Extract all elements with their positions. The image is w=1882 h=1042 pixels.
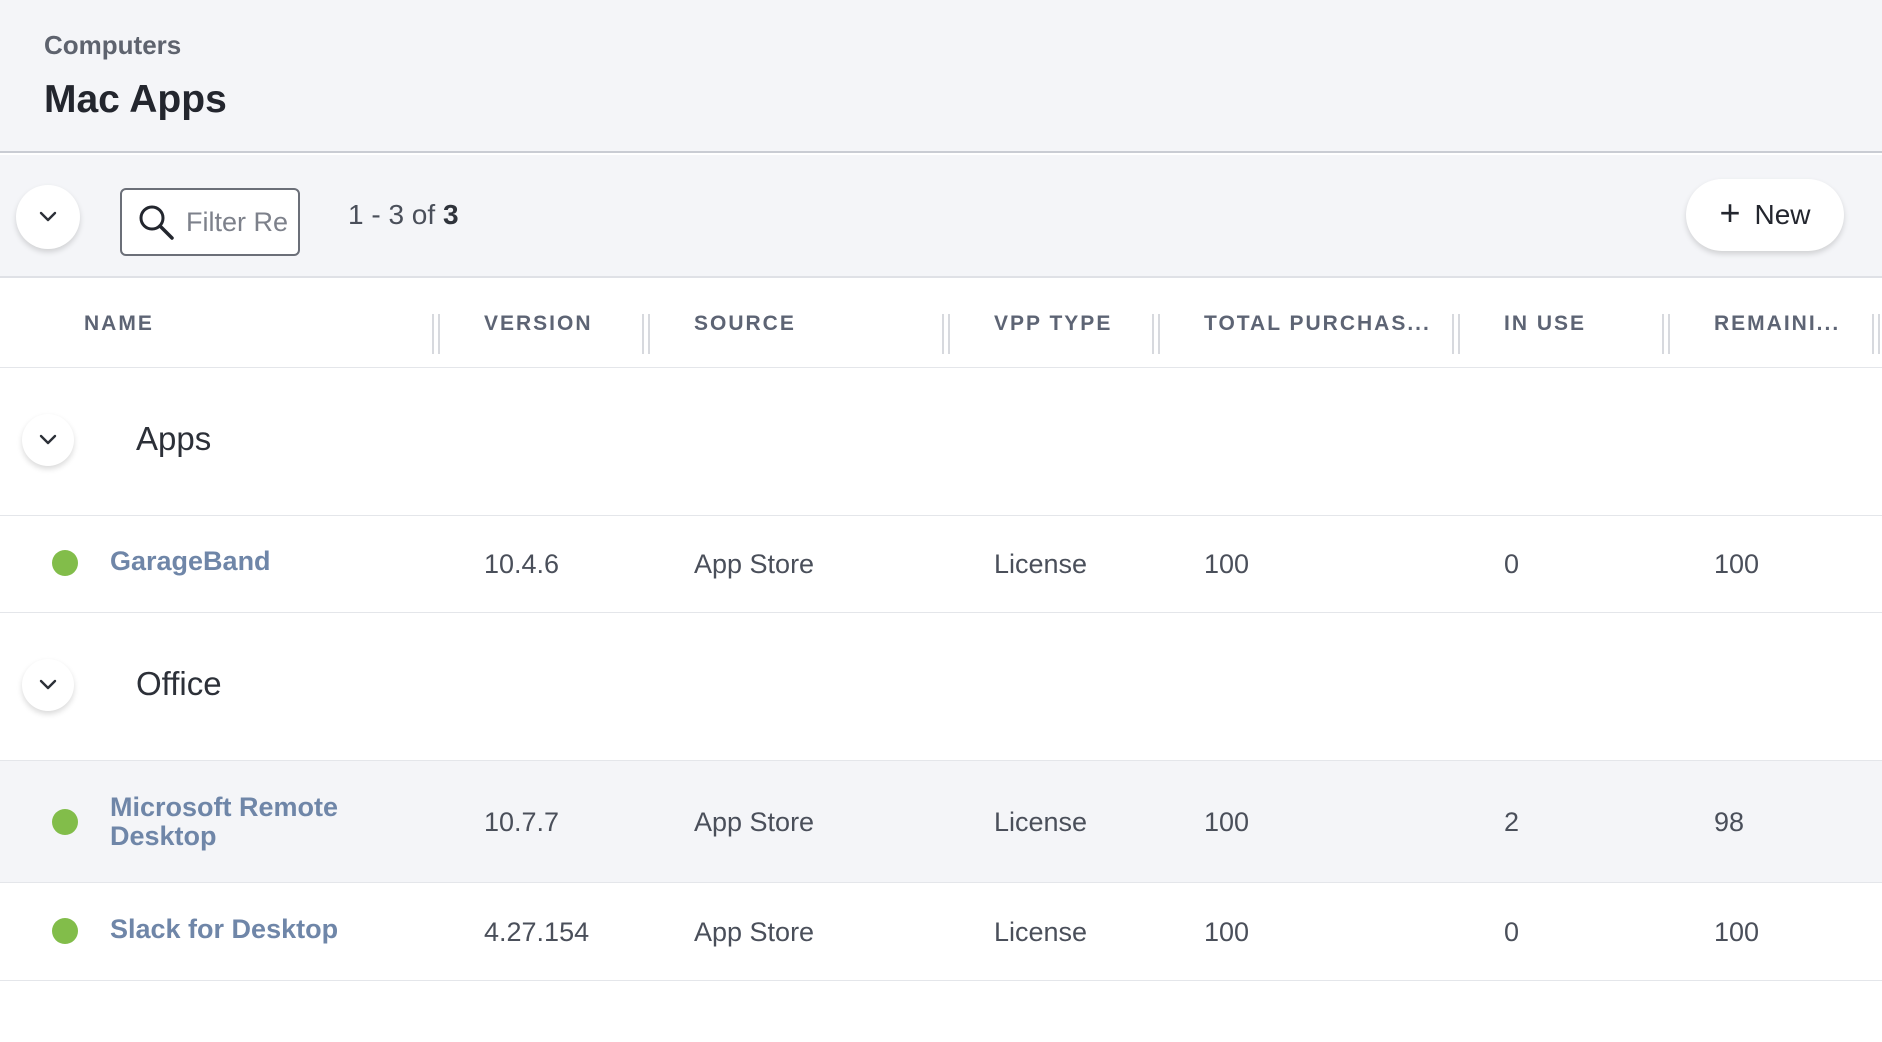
toolbar: 1 - 3 of 3 + New [0, 155, 1882, 278]
cell-vpp-type: License [994, 807, 1088, 837]
search-icon [139, 205, 174, 240]
column-header-vpp-type[interactable]: VPP TYPE [994, 280, 1112, 368]
chevron-down-icon [39, 679, 57, 690]
cell-source: App Store [694, 807, 815, 837]
column-resizer[interactable] [1662, 314, 1670, 354]
column-resizer[interactable] [1452, 314, 1460, 354]
table-row[interactable]: GarageBand 10.4.6 App Store License 100 … [0, 516, 1882, 613]
group-row-apps: Apps [0, 368, 1882, 516]
page-header: Computers Mac Apps [0, 0, 1882, 153]
group-toggle-button[interactable] [22, 659, 74, 711]
cell-version: 4.27.154 [484, 917, 590, 947]
chevron-down-icon [39, 434, 57, 445]
table-header: NAME VERSION SOURCE VPP TYPE TOTAL PURCH… [0, 280, 1882, 368]
status-dot-icon [52, 809, 78, 835]
column-resizer[interactable] [432, 314, 440, 354]
column-header-in-use[interactable]: IN USE [1504, 280, 1586, 368]
new-button-label: New [1754, 199, 1811, 230]
cell-vpp-type: License [994, 549, 1088, 579]
column-header-version[interactable]: VERSION [484, 280, 593, 368]
table-row[interactable]: Microsoft Remote Desktop 10.7.7 App Stor… [0, 761, 1882, 883]
cell-total-purchased: 100 [1204, 917, 1250, 947]
pagination-summary: 1 - 3 of 3 [348, 199, 459, 231]
cell-version: 10.4.6 [484, 549, 560, 579]
cell-vpp-type: License [994, 917, 1088, 947]
pager-range: 1 - 3 of [348, 199, 443, 230]
cell-remaining: 100 [1714, 549, 1760, 579]
cell-in-use: 2 [1504, 807, 1520, 837]
column-header-name[interactable]: NAME [84, 280, 154, 368]
column-resizer[interactable] [642, 314, 650, 354]
page-title: Mac Apps [44, 78, 227, 121]
cell-source: App Store [694, 549, 815, 579]
column-header-source[interactable]: SOURCE [694, 280, 796, 368]
cell-total-purchased: 100 [1204, 807, 1250, 837]
column-resizer[interactable] [942, 314, 950, 354]
search-input[interactable] [186, 206, 296, 238]
table-row[interactable]: Slack for Desktop 4.27.154 App Store Lic… [0, 883, 1882, 981]
plus-icon: + [1719, 192, 1741, 233]
cell-remaining: 98 [1714, 807, 1745, 837]
app-name-link[interactable]: GarageBand [110, 547, 390, 576]
status-dot-icon [52, 918, 78, 944]
app-name-link[interactable]: Slack for Desktop [110, 915, 390, 944]
cell-total-purchased: 100 [1204, 549, 1250, 579]
column-header-remaining[interactable]: REMAINI... [1714, 280, 1840, 368]
cell-source: App Store [694, 917, 815, 947]
search-box[interactable] [120, 188, 300, 256]
group-label: Office [136, 665, 222, 702]
cell-remaining: 100 [1714, 917, 1760, 947]
new-button[interactable]: + New [1686, 179, 1844, 251]
chevron-down-icon [39, 211, 57, 222]
column-resizer[interactable] [1152, 314, 1160, 354]
pager-total: 3 [442, 199, 459, 230]
status-dot-icon [52, 550, 78, 576]
breadcrumb[interactable]: Computers [44, 30, 181, 61]
column-resizer[interactable] [1872, 314, 1880, 354]
cell-version: 10.7.7 [484, 807, 560, 837]
group-toggle-button[interactable] [22, 414, 74, 466]
group-row-office: Office [0, 613, 1882, 761]
group-label: Apps [136, 420, 212, 457]
cell-in-use: 0 [1504, 549, 1520, 579]
app-name-link[interactable]: Microsoft Remote Desktop [110, 793, 390, 851]
collapse-all-button[interactable] [16, 185, 80, 249]
column-header-total-purchased[interactable]: TOTAL PURCHAS... [1204, 280, 1431, 368]
cell-in-use: 0 [1504, 917, 1520, 947]
